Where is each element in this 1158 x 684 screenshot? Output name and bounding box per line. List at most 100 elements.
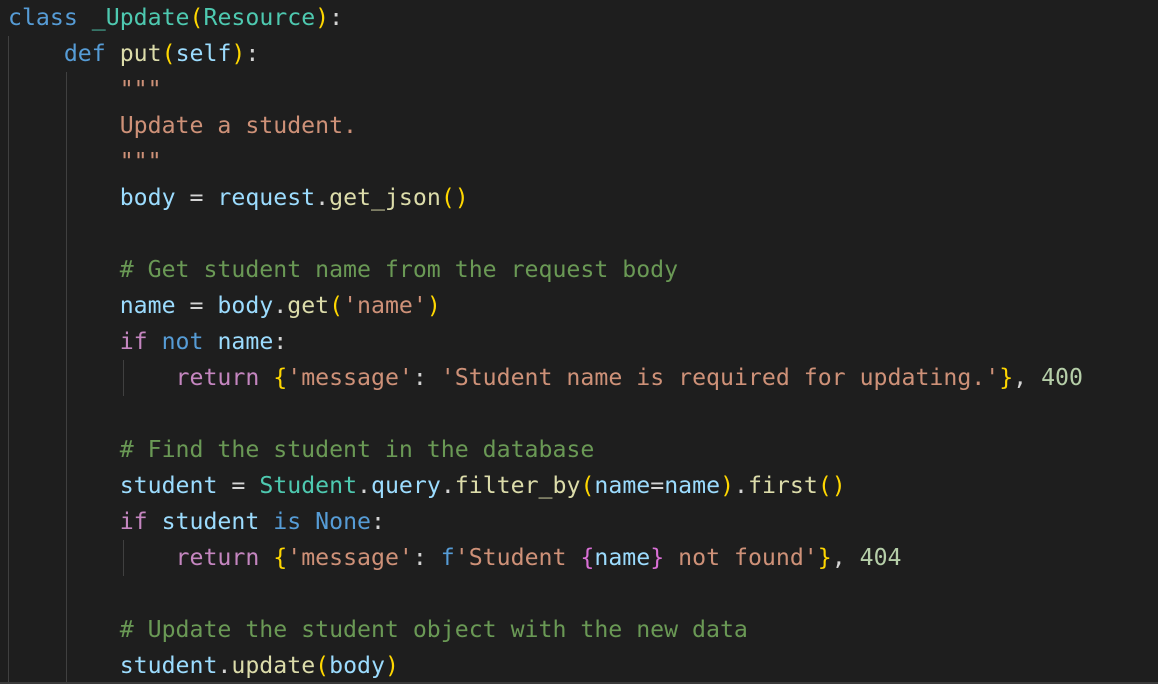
- code-token: return: [175, 364, 260, 391]
- code-token: 'message': [287, 544, 413, 571]
- code-token: request: [217, 184, 316, 211]
- code-line[interactable]: class _Update(Resource):: [8, 0, 1083, 36]
- code-line[interactable]: return {'message': f'Student {name} not …: [8, 540, 1083, 576]
- code-lines[interactable]: class _Update(Resource): def put(self): …: [8, 0, 1083, 684]
- code-token: =: [175, 184, 218, 211]
- code-line[interactable]: [8, 396, 1083, 432]
- code-token: None: [315, 508, 372, 535]
- code-token: is: [273, 508, 302, 535]
- code-token: ): [315, 4, 330, 31]
- code-token: query: [371, 472, 441, 499]
- code-line[interactable]: [8, 576, 1083, 612]
- code-line[interactable]: # Update the student object with the new…: [8, 612, 1083, 648]
- code-line[interactable]: """: [8, 72, 1083, 108]
- code-token: student: [119, 652, 218, 679]
- code-token: name: [119, 292, 176, 319]
- code-token: filter_by: [454, 472, 581, 499]
- code-token: 'message': [287, 364, 413, 391]
- code-token: def: [63, 40, 106, 67]
- code-token: class: [8, 4, 78, 31]
- code-line[interactable]: [8, 216, 1083, 252]
- code-token: get: [287, 292, 330, 319]
- code-token: .: [217, 652, 232, 679]
- code-token: if: [119, 508, 148, 535]
- code-line[interactable]: if not name:: [8, 324, 1083, 360]
- code-token: update: [231, 652, 316, 679]
- code-line[interactable]: name = body.get('name'): [8, 288, 1083, 324]
- code-token: {: [273, 544, 288, 571]
- code-token: :: [371, 508, 385, 535]
- code-line[interactable]: if student is None:: [8, 504, 1083, 540]
- code-line[interactable]: # Get student name from the request body: [8, 252, 1083, 288]
- code-line[interactable]: student.update(body): [8, 648, 1083, 684]
- code-line[interactable]: body = request.get_json(): [8, 180, 1083, 216]
- code-token: name: [217, 328, 274, 355]
- code-token: if: [119, 328, 148, 355]
- code-token: (: [189, 4, 204, 31]
- code-token: (: [580, 472, 595, 499]
- code-token: }: [650, 544, 665, 571]
- code-token: .: [440, 472, 455, 499]
- code-token: put: [119, 40, 162, 67]
- code-token: :: [412, 544, 441, 571]
- code-token: # Update the student object with the new…: [119, 616, 748, 643]
- code-line[interactable]: student = Student.query.filter_by(name=n…: [8, 468, 1083, 504]
- code-token: not found': [664, 544, 818, 571]
- code-line[interactable]: # Find the student in the database: [8, 432, 1083, 468]
- code-token: """: [119, 76, 162, 103]
- code-token: student: [161, 508, 260, 535]
- code-token: _Update: [91, 4, 190, 31]
- code-token: .: [315, 184, 330, 211]
- code-token: body: [217, 292, 274, 319]
- code-token: f: [440, 544, 455, 571]
- code-token: first: [748, 472, 818, 499]
- code-token: :: [273, 328, 288, 355]
- code-token: 'Student: [454, 544, 581, 571]
- code-token: get_json: [329, 184, 441, 211]
- code-line[interactable]: return {'message': 'Student name is requ…: [8, 360, 1083, 396]
- code-token: 'Student name is required for updating.': [440, 364, 1000, 391]
- code-token: """: [119, 148, 162, 175]
- code-token: 404: [859, 544, 902, 571]
- code-token: ): [720, 472, 735, 499]
- code-token: .: [357, 472, 372, 499]
- code-token: name: [594, 472, 651, 499]
- code-token: self: [175, 40, 232, 67]
- code-token: =: [650, 472, 665, 499]
- code-token: (): [440, 184, 469, 211]
- code-token: (: [315, 652, 330, 679]
- code-line[interactable]: def put(self):: [8, 36, 1083, 72]
- code-token: {: [580, 544, 595, 571]
- code-line[interactable]: Update a student.: [8, 108, 1083, 144]
- code-token: {: [273, 364, 288, 391]
- code-token: 'name': [343, 292, 427, 319]
- code-line[interactable]: """: [8, 144, 1083, 180]
- code-token: .: [273, 292, 288, 319]
- code-token: name: [664, 472, 721, 499]
- code-token: name: [594, 544, 651, 571]
- code-token: }: [817, 544, 832, 571]
- code-token: ,: [831, 544, 860, 571]
- code-token: not: [161, 328, 204, 355]
- code-editor[interactable]: class _Update(Resource): def put(self): …: [0, 0, 1158, 684]
